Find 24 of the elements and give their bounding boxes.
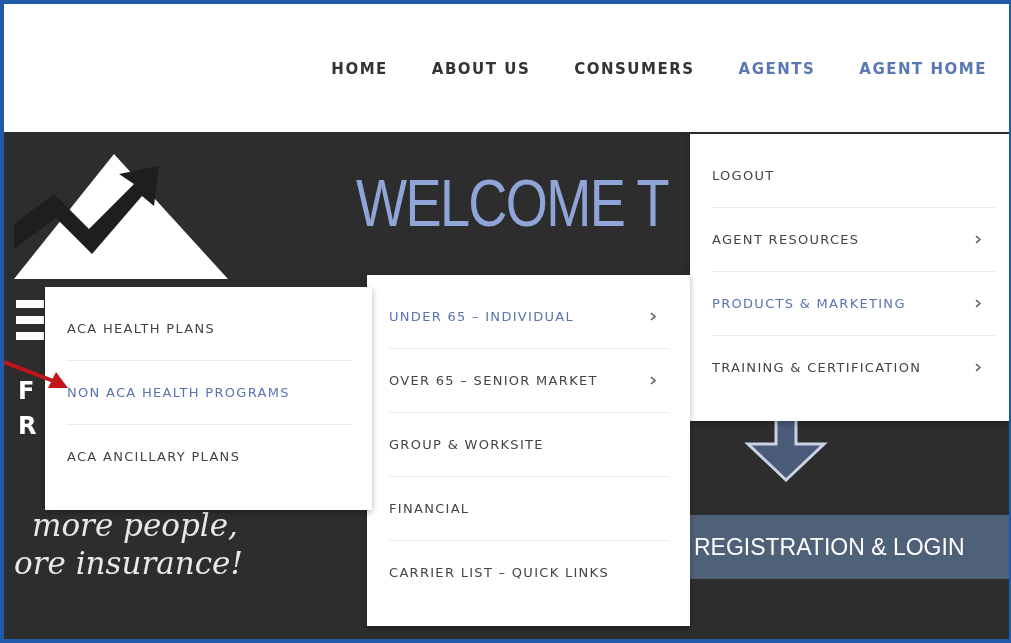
menu-item[interactable]: NON ACA HEALTH PROGRAMS [67,361,352,425]
logo-letter: R [18,414,37,438]
tagline: ore insurance! [14,548,243,579]
mountain-logo-icon [14,154,228,279]
menu-item[interactable]: UNDER 65 – INDIVIDUAL [389,285,670,349]
nav-link[interactable]: AGENT HOME [859,60,987,78]
menu-item[interactable]: OVER 65 – SENIOR MARKET [389,349,670,413]
menu-item[interactable]: TRAINING & CERTIFICATION [712,336,995,399]
registration-login-button[interactable]: REGISTRATION & LOGIN [690,515,1009,579]
welcome-heading: WELCOME T [356,170,668,236]
menu-item[interactable]: GROUP & WORKSITE [389,413,670,477]
menu-item[interactable]: ACA HEALTH PLANS [67,297,352,361]
tagline: more people, [32,510,238,541]
nav-link[interactable]: ABOUT US [431,60,531,78]
menu-item[interactable]: PRODUCTS & MARKETING [712,272,995,336]
nav-link[interactable]: CONSUMERS [574,60,695,78]
menu-item[interactable]: LOGOUT [712,144,995,208]
logo-letter: F [18,379,35,403]
nav-link[interactable]: AGENTS [738,60,816,78]
menu-item[interactable]: AGENT RESOURCES [712,208,995,272]
menu-item[interactable]: CARRIER LIST – QUICK LINKS [389,541,670,604]
menu-item[interactable]: ACA ANCILLARY PLANS [67,425,352,488]
nav-link[interactable]: HOME [331,60,388,78]
menu-item[interactable]: FINANCIAL [389,477,670,541]
